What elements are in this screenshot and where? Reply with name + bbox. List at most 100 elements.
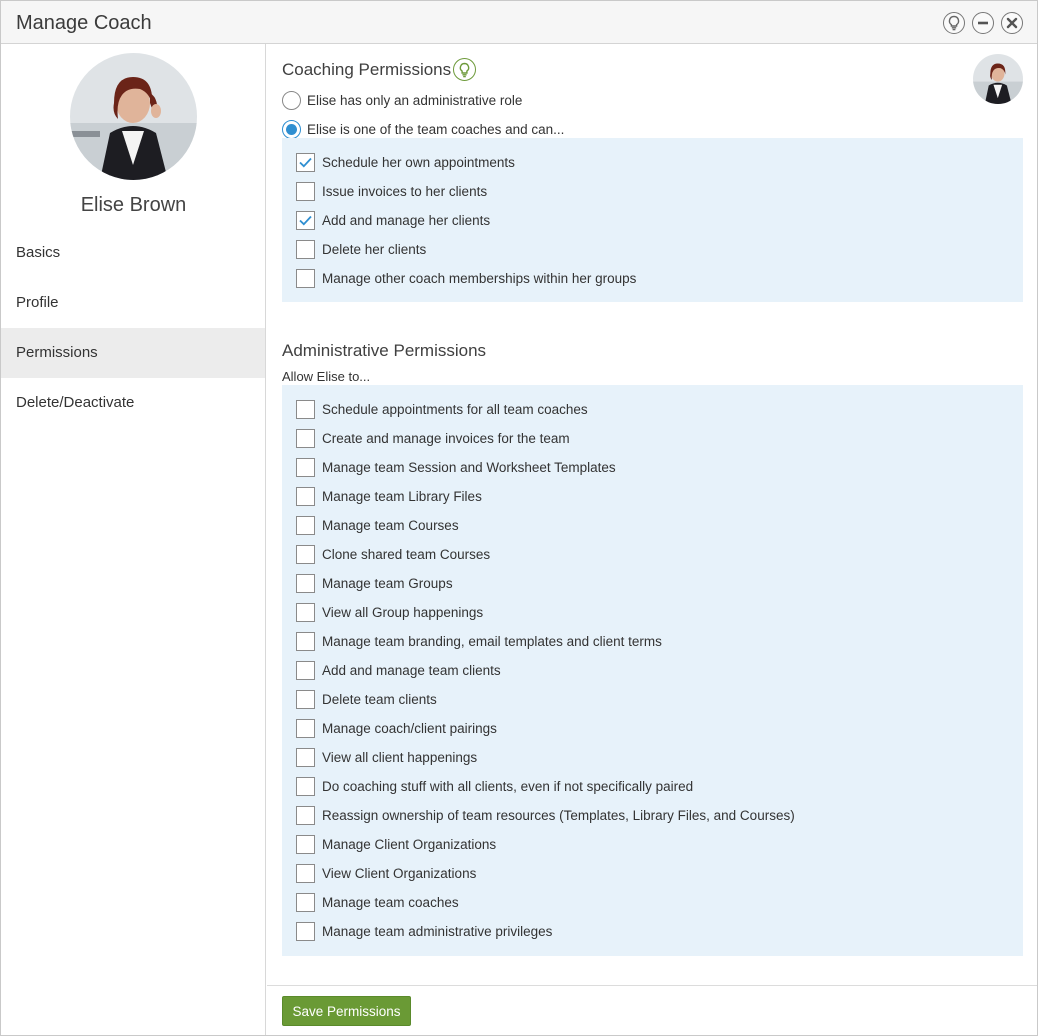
sidebar-item-label: Delete/Deactivate bbox=[16, 394, 135, 411]
checkbox-label: Manage Client Organizations bbox=[322, 836, 497, 852]
radio-button-selected[interactable] bbox=[282, 119, 301, 139]
footer-divider bbox=[267, 985, 1037, 986]
checkbox-label: View Client Organizations bbox=[322, 865, 477, 881]
checkbox-admin-permission[interactable]: Manage team Library Files bbox=[296, 486, 482, 506]
checkbox-label: View all Group happenings bbox=[322, 604, 484, 620]
checkbox-admin-permission[interactable]: Schedule appointments for all team coach… bbox=[296, 399, 588, 419]
checkbox-admin-permission[interactable]: Do coaching stuff with all clients, even… bbox=[296, 776, 693, 796]
sidebar-item-basics[interactable]: Basics bbox=[1, 228, 265, 278]
checkbox-admin-permission[interactable]: Manage coach/client pairings bbox=[296, 718, 497, 738]
checkbox-admin-permission[interactable]: Manage team branding, email templates an… bbox=[296, 631, 662, 651]
title-bar: Manage Coach bbox=[1, 1, 1037, 44]
checkbox[interactable] bbox=[296, 399, 315, 419]
window-title: Manage Coach bbox=[16, 12, 152, 34]
checkbox-admin-permission[interactable]: Manage team Session and Worksheet Templa… bbox=[296, 457, 616, 477]
checkbox-admin-permission[interactable]: Manage team Groups bbox=[296, 573, 453, 593]
sidebar-item-permissions[interactable]: Permissions bbox=[1, 328, 265, 378]
checkbox[interactable] bbox=[296, 428, 315, 448]
help-bulb-button[interactable] bbox=[943, 12, 965, 34]
radio-label: Elise has only an administrative role bbox=[307, 92, 523, 108]
checkbox-admin-permission[interactable]: View all client happenings bbox=[296, 747, 477, 767]
coach-name: Elise Brown bbox=[80, 194, 187, 216]
checkbox[interactable] bbox=[296, 457, 315, 477]
sidebar-item-label: Profile bbox=[16, 294, 59, 311]
checkbox-label: Create and manage invoices for the team bbox=[322, 430, 570, 446]
checkbox-admin-permission[interactable]: View Client Organizations bbox=[296, 863, 476, 883]
checkbox-label: Manage team Courses bbox=[322, 517, 459, 533]
checkbox-label: Manage team branding, email templates an… bbox=[322, 633, 662, 649]
checkbox[interactable] bbox=[296, 747, 315, 767]
checkbox-admin-permission[interactable]: Manage team coaches bbox=[296, 892, 459, 912]
close-button[interactable] bbox=[1001, 12, 1023, 34]
checkbox-label: Clone shared team Courses bbox=[322, 546, 491, 562]
checkbox[interactable] bbox=[296, 892, 315, 912]
allow-subtitle: Allow Elise to... bbox=[282, 369, 371, 384]
minimize-button[interactable] bbox=[972, 12, 994, 34]
checkbox[interactable] bbox=[296, 239, 315, 259]
checkbox-admin-permission[interactable]: Add and manage team clients bbox=[296, 660, 501, 680]
coaching-permissions-title: Coaching Permissions bbox=[282, 60, 452, 79]
checkbox[interactable] bbox=[296, 718, 315, 738]
checkbox[interactable] bbox=[296, 486, 315, 506]
checkbox[interactable] bbox=[296, 268, 315, 288]
checkbox-manage-coach-memberships[interactable]: Manage other coach memberships within he… bbox=[296, 268, 636, 288]
radio-admin-only[interactable]: Elise has only an administrative role bbox=[282, 90, 522, 110]
checkbox-label: Manage other coach memberships within he… bbox=[322, 270, 637, 286]
checkbox-label: Manage team administrative privileges bbox=[322, 923, 553, 939]
avatar-small bbox=[973, 54, 1023, 104]
checkbox-add-manage-clients[interactable]: Add and manage her clients bbox=[296, 210, 490, 230]
checkbox-admin-permission[interactable]: View all Group happenings bbox=[296, 602, 483, 622]
sidebar-item-label: Permissions bbox=[16, 344, 98, 361]
coaching-help-button[interactable] bbox=[453, 58, 476, 81]
checkbox-label: Schedule her own appointments bbox=[322, 154, 515, 170]
checkbox[interactable] bbox=[296, 544, 315, 564]
coaching-permissions-panel: Schedule her own appointments Issue invo… bbox=[282, 138, 1023, 302]
minus-icon bbox=[978, 21, 988, 25]
close-icon bbox=[1006, 17, 1018, 29]
checkbox-admin-permission[interactable]: Create and manage invoices for the team bbox=[296, 428, 570, 448]
checkbox[interactable] bbox=[296, 631, 315, 651]
checkbox-label: Add and manage her clients bbox=[322, 212, 491, 228]
checkmark-icon bbox=[299, 157, 312, 167]
checkbox-schedule-own-appointments[interactable]: Schedule her own appointments bbox=[296, 152, 515, 172]
save-permissions-button[interactable]: Save Permissions bbox=[282, 996, 411, 1026]
checkbox-admin-permission[interactable]: Reassign ownership of team resources (Te… bbox=[296, 805, 795, 825]
checkbox-label: Manage coach/client pairings bbox=[322, 720, 497, 736]
checkbox-label: Manage team Groups bbox=[322, 575, 453, 591]
checkbox[interactable] bbox=[296, 660, 315, 680]
checkbox-label: Issue invoices to her clients bbox=[322, 183, 488, 199]
checkbox-label: View all client happenings bbox=[322, 749, 478, 765]
sidebar-item-profile[interactable]: Profile bbox=[1, 278, 265, 328]
checkbox[interactable] bbox=[296, 573, 315, 593]
checkbox-delete-clients[interactable]: Delete her clients bbox=[296, 239, 426, 259]
radio-button[interactable] bbox=[282, 90, 301, 110]
checkbox-admin-permission[interactable]: Delete team clients bbox=[296, 689, 437, 709]
checkbox[interactable] bbox=[296, 805, 315, 825]
checkbox[interactable] bbox=[296, 689, 315, 709]
checkbox[interactable] bbox=[296, 776, 315, 796]
checkbox[interactable] bbox=[296, 152, 315, 172]
sidebar-item-delete-deactivate[interactable]: Delete/Deactivate bbox=[1, 378, 265, 428]
checkbox[interactable] bbox=[296, 181, 315, 201]
checkbox-admin-permission[interactable]: Manage team Courses bbox=[296, 515, 459, 535]
checkbox[interactable] bbox=[296, 210, 315, 230]
checkbox[interactable] bbox=[296, 515, 315, 535]
checkbox[interactable] bbox=[296, 834, 315, 854]
checkbox-label: Schedule appointments for all team coach… bbox=[322, 401, 588, 417]
checkbox-admin-permission[interactable]: Manage team administrative privileges bbox=[296, 921, 552, 941]
checkbox-admin-permission[interactable]: Clone shared team Courses bbox=[296, 544, 490, 564]
checkbox-label: Manage team coaches bbox=[322, 894, 459, 910]
lightbulb-icon bbox=[459, 62, 470, 77]
checkbox-issue-invoices[interactable]: Issue invoices to her clients bbox=[296, 181, 487, 201]
checkbox-label: Do coaching stuff with all clients, even… bbox=[322, 778, 694, 794]
avatar bbox=[70, 53, 197, 180]
checkbox-admin-permission[interactable]: Manage Client Organizations bbox=[296, 834, 496, 854]
radio-label: Elise is one of the team coaches and can… bbox=[307, 121, 565, 137]
sidebar-item-label: Basics bbox=[16, 244, 61, 261]
checkbox[interactable] bbox=[296, 602, 315, 622]
checkbox[interactable] bbox=[296, 921, 315, 941]
checkbox[interactable] bbox=[296, 863, 315, 883]
radio-team-coach[interactable]: Elise is one of the team coaches and can… bbox=[282, 119, 564, 139]
checkbox-label: Manage team Session and Worksheet Templa… bbox=[322, 459, 616, 475]
checkbox-label: Manage team Library Files bbox=[322, 488, 482, 504]
